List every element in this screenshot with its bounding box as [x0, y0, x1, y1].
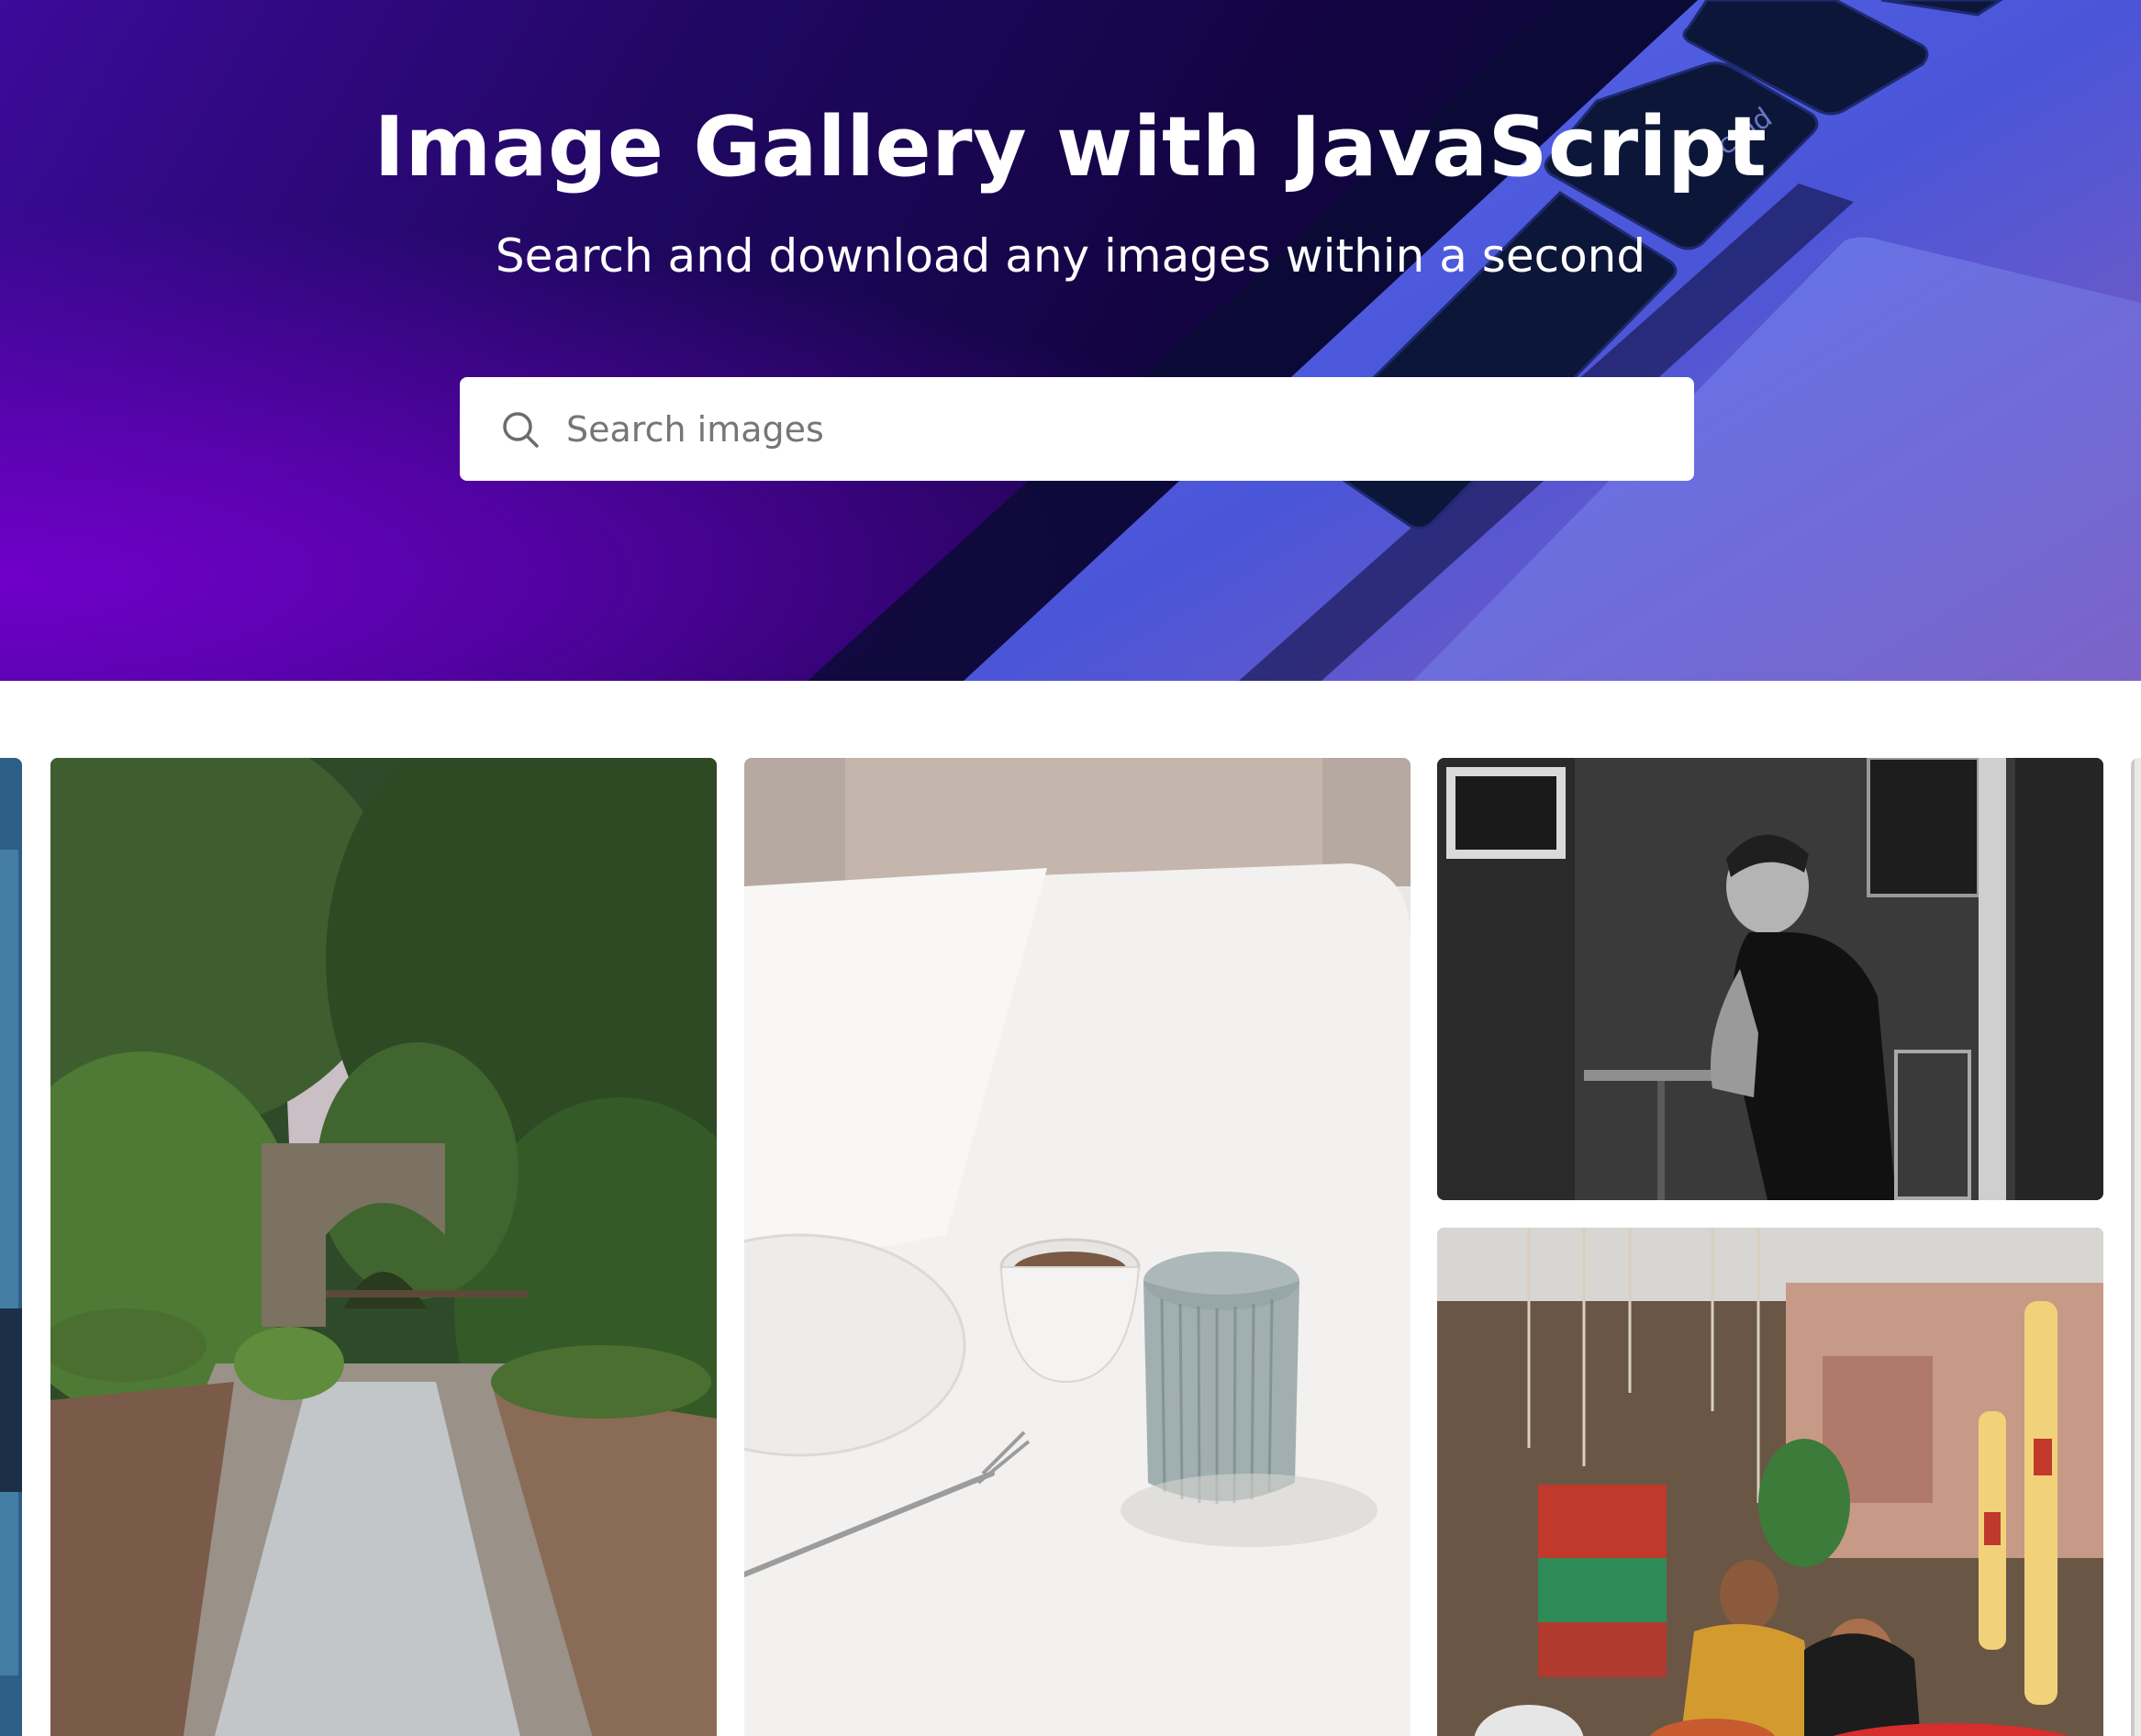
- gallery-image-partial-left[interactable]: [0, 758, 22, 1736]
- search-icon: [498, 407, 542, 451]
- search-input[interactable]: [564, 407, 1647, 451]
- hero-banner: cmd Image Gallery with JavaScript Search…: [0, 0, 2141, 681]
- gallery-image-man-in-cafe[interactable]: [1437, 758, 2103, 1200]
- search-bar[interactable]: [460, 377, 1694, 481]
- gallery-image-river-bridge[interactable]: [50, 758, 717, 1736]
- image-gallery: [0, 681, 2141, 1736]
- gallery-image-flower-market[interactable]: [1437, 1228, 2103, 1736]
- page-subtitle: Search and download any images within a …: [495, 229, 1646, 283]
- page-title: Image Gallery with JavaScript: [374, 99, 1767, 195]
- gallery-image-coffee-cup[interactable]: [744, 758, 1411, 1736]
- gallery-image-partial-right[interactable]: [2131, 758, 2141, 1736]
